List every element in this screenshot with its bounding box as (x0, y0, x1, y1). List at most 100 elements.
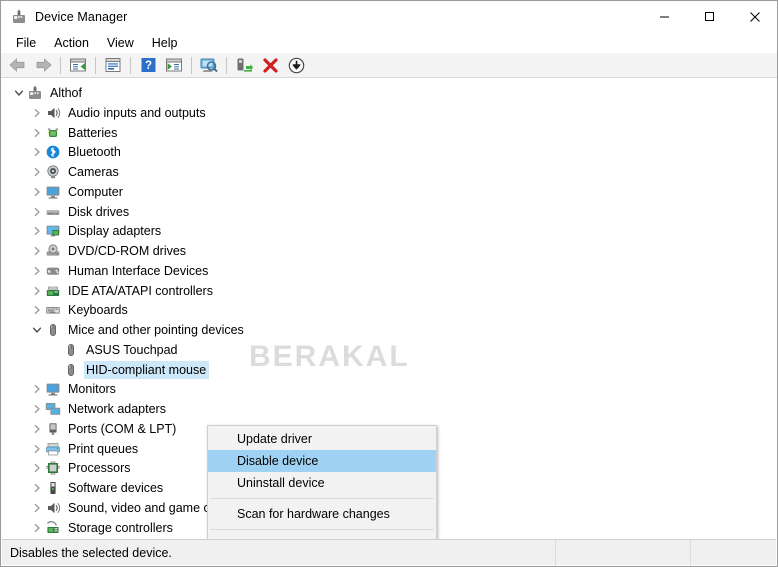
device-tree[interactable]: BERAKAL AlthofAudio inputs and outputsBa… (2, 78, 776, 539)
tree-node[interactable]: Network adapters (29, 399, 169, 419)
tree-root-node[interactable]: Althof (11, 83, 85, 103)
tree-node[interactable]: HID-compliant mouse (47, 360, 209, 380)
tree-node[interactable]: Audio inputs and outputs (29, 103, 209, 123)
tree-node-label: Software devices (66, 479, 166, 497)
toolbar: ? (1, 53, 777, 78)
back-icon[interactable] (6, 54, 28, 76)
chevron-right-icon[interactable] (29, 460, 45, 476)
tree-node[interactable]: Cameras (29, 162, 122, 182)
chevron-right-icon[interactable] (29, 441, 45, 457)
chevron-down-icon[interactable] (29, 322, 45, 338)
tree-node[interactable]: Display adapters (29, 221, 164, 241)
ide-controller-icon (45, 283, 61, 299)
forward-icon[interactable] (32, 54, 54, 76)
tree-node[interactable]: Storage controllers (29, 518, 176, 538)
mouse-icon (63, 362, 79, 378)
menu-bar: File Action View Help (1, 32, 777, 53)
tree-node[interactable]: Computer (29, 182, 126, 202)
maximize-button[interactable] (687, 1, 732, 32)
properties-icon[interactable] (102, 54, 124, 76)
tree-node-label: IDE ATA/ATAPI controllers (66, 282, 216, 300)
tree-node-label: ASUS Touchpad (84, 341, 181, 359)
tree-node[interactable]: Mice and other pointing devices (29, 320, 247, 340)
ctx-uninstall-device[interactable]: Uninstall device (208, 472, 436, 494)
speaker-icon (45, 105, 61, 121)
tree-node[interactable]: Batteries (29, 123, 120, 143)
tree-node[interactable]: Processors (29, 458, 134, 478)
tree-node-label: Display adapters (66, 222, 164, 240)
chevron-down-icon[interactable] (11, 85, 27, 101)
tree-node[interactable]: Bluetooth (29, 142, 124, 162)
menu-action[interactable]: Action (45, 34, 98, 52)
chevron-right-icon[interactable] (29, 243, 45, 259)
tree-node[interactable]: Print queues (29, 439, 141, 459)
show-hide-action-pane-icon[interactable] (163, 54, 185, 76)
chevron-right-icon[interactable] (29, 125, 45, 141)
show-hide-console-tree-icon[interactable] (67, 54, 89, 76)
chevron-right-icon[interactable] (29, 401, 45, 417)
ctx-update-driver[interactable]: Update driver (208, 428, 436, 450)
bluetooth-icon (45, 144, 61, 160)
chevron-right-icon[interactable] (29, 164, 45, 180)
chevron-right-icon[interactable] (29, 204, 45, 220)
tree-node-label: Print queues (66, 440, 141, 458)
tree-node[interactable]: Human Interface Devices (29, 261, 211, 281)
display-adapter-icon (45, 223, 61, 239)
tree-node-label: Monitors (66, 380, 119, 398)
chevron-right-icon (47, 362, 63, 378)
port-icon (45, 421, 61, 437)
update-driver-icon[interactable] (233, 54, 255, 76)
hid-icon (45, 263, 61, 279)
tree-node[interactable]: Disk drives (29, 202, 132, 222)
title-bar: Device Manager (1, 1, 777, 32)
svg-text:?: ? (144, 60, 151, 72)
minimize-button[interactable] (642, 1, 687, 32)
chevron-right-icon[interactable] (29, 302, 45, 318)
scan-for-hardware-changes-icon[interactable] (198, 54, 220, 76)
ctx-scan-hardware[interactable]: Scan for hardware changes (208, 503, 436, 525)
context-menu-separator (210, 498, 434, 499)
chevron-right-icon[interactable] (29, 184, 45, 200)
chevron-right-icon[interactable] (29, 105, 45, 121)
menu-help[interactable]: Help (143, 34, 187, 52)
tree-node[interactable]: Ports (COM & LPT) (29, 419, 179, 439)
disk-drive-icon (45, 204, 61, 220)
chevron-right-icon[interactable] (29, 283, 45, 299)
chevron-right-icon[interactable] (29, 480, 45, 496)
device-manager-icon (11, 9, 27, 25)
chevron-right-icon[interactable] (29, 520, 45, 536)
chevron-right-icon[interactable] (29, 263, 45, 279)
ctx-properties[interactable]: Properties (208, 534, 436, 539)
close-button[interactable] (732, 1, 777, 32)
tree-node[interactable]: IDE ATA/ATAPI controllers (29, 281, 216, 301)
chevron-right-icon[interactable] (29, 381, 45, 397)
tree-node[interactable]: ASUS Touchpad (47, 340, 181, 360)
chevron-right-icon[interactable] (29, 223, 45, 239)
keyboard-icon (45, 302, 61, 318)
tree-node-label: Storage controllers (66, 519, 176, 537)
tree-node[interactable]: Software devices (29, 478, 166, 498)
chevron-right-icon[interactable] (29, 421, 45, 437)
menu-file[interactable]: File (7, 34, 45, 52)
uninstall-device-icon[interactable] (259, 54, 281, 76)
tree-node[interactable]: Monitors (29, 379, 119, 399)
camera-icon (45, 164, 61, 180)
tree-node-label: Cameras (66, 163, 122, 181)
toolbar-separator (95, 57, 96, 74)
tree-node[interactable]: Keyboards (29, 300, 131, 320)
tree-node-label: Mice and other pointing devices (66, 321, 247, 339)
chevron-right-icon[interactable] (29, 500, 45, 516)
tree-node-label: Althof (48, 84, 85, 102)
disable-device-icon[interactable] (285, 54, 307, 76)
tree-node-label: Ports (COM & LPT) (66, 420, 179, 438)
context-menu[interactable]: Update driverDisable deviceUninstall dev… (207, 425, 437, 539)
chevron-right-icon[interactable] (29, 144, 45, 160)
ctx-disable-device[interactable]: Disable device (208, 450, 436, 472)
help-icon[interactable]: ? (137, 54, 159, 76)
tree-node[interactable]: DVD/CD-ROM drives (29, 241, 189, 261)
menu-view[interactable]: View (98, 34, 143, 52)
status-pane-3 (691, 540, 776, 566)
tree-node-label: Keyboards (66, 301, 131, 319)
tree-node-label: Computer (66, 183, 126, 201)
toolbar-separator (226, 57, 227, 74)
